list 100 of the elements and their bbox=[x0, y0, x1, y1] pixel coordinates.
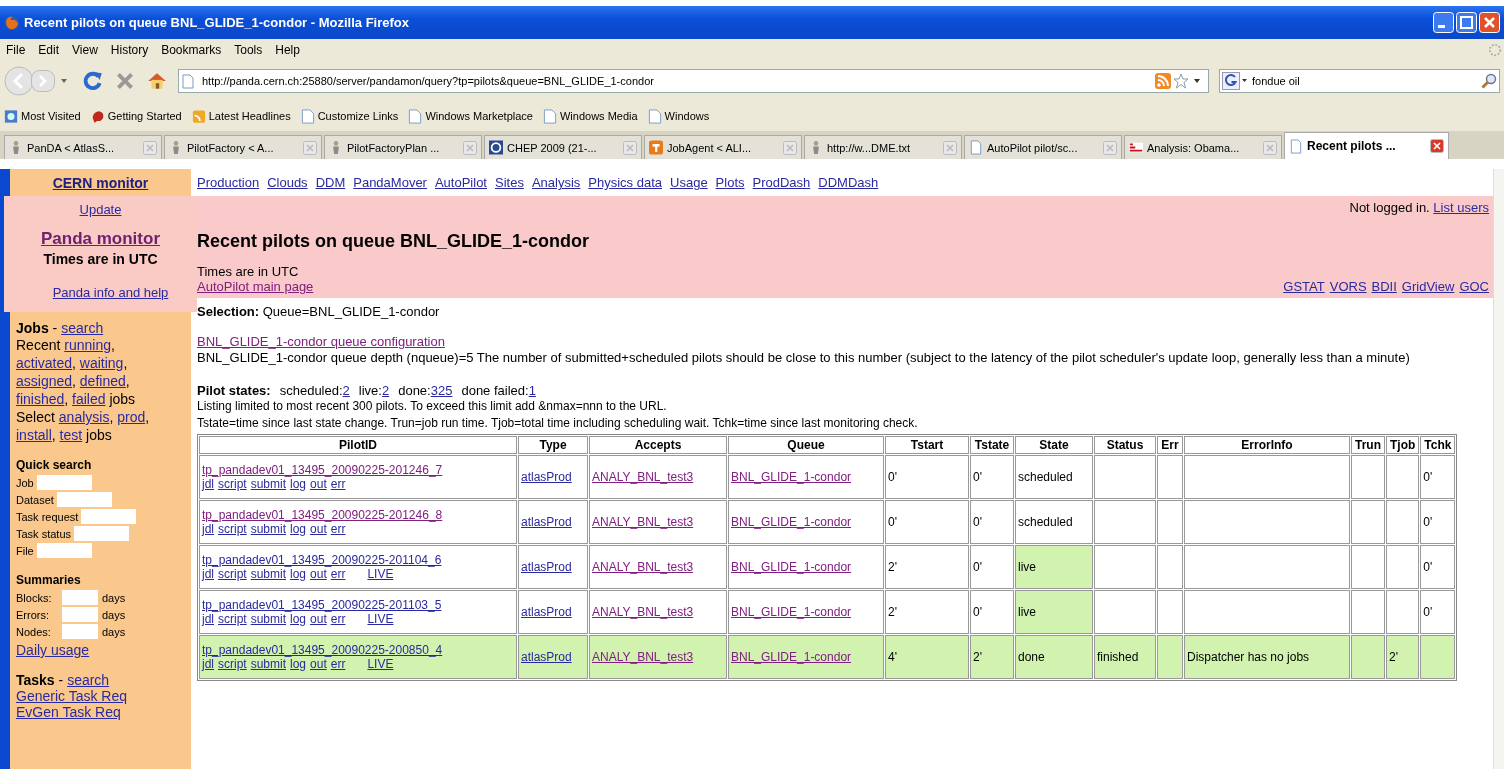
maximize-icon[interactable] bbox=[1456, 12, 1477, 33]
action-link[interactable]: out bbox=[310, 657, 327, 671]
config-link[interactable]: BNL_GLIDE_1-condor queue configuration bbox=[197, 334, 445, 349]
action-link[interactable]: jdl bbox=[202, 657, 214, 671]
type-link[interactable]: atlasProd bbox=[521, 560, 572, 574]
bookmark-item[interactable]: Windows Media bbox=[542, 108, 638, 124]
action-link[interactable]: submit bbox=[250, 477, 287, 491]
action-link[interactable]: log bbox=[290, 522, 307, 536]
count-link[interactable]: 325 bbox=[430, 383, 453, 398]
grid-link[interactable]: GOC bbox=[1459, 279, 1489, 294]
jobs-link[interactable]: defined bbox=[79, 373, 126, 389]
action-link[interactable]: jdl bbox=[202, 567, 214, 581]
forward-icon[interactable] bbox=[30, 70, 56, 92]
browser-tab[interactable]: PilotFactory < A... bbox=[164, 135, 322, 159]
type-link[interactable]: atlasProd bbox=[521, 605, 572, 619]
action-link[interactable]: err bbox=[330, 477, 346, 491]
bookmark-item[interactable]: Latest Headlines bbox=[191, 108, 291, 124]
nav-link[interactable]: PandaMover bbox=[353, 175, 427, 190]
input-field[interactable] bbox=[36, 475, 92, 490]
browser-tab[interactable]: Recent pilots ... bbox=[1284, 132, 1449, 159]
queue-link[interactable]: BNL_GLIDE_1-condor bbox=[731, 605, 852, 619]
action-link[interactable]: err bbox=[330, 657, 346, 671]
action-link[interactable]: jdl bbox=[202, 612, 214, 626]
action-link[interactable]: log bbox=[290, 657, 307, 671]
search-link[interactable]: search bbox=[67, 672, 110, 688]
live-link[interactable]: LIVE bbox=[367, 657, 394, 671]
action-link[interactable]: jdl bbox=[202, 477, 214, 491]
search-icon[interactable] bbox=[1481, 73, 1497, 89]
search-field[interactable]: fondue oil bbox=[1219, 69, 1500, 93]
pilot-link[interactable]: tp_pandadev01_13495_20090225-201104_6 bbox=[202, 553, 442, 567]
action-link[interactable]: submit bbox=[250, 657, 287, 671]
bookmark-item[interactable]: Most Visited bbox=[4, 108, 81, 124]
type-link[interactable]: atlasProd bbox=[521, 515, 572, 529]
type-link[interactable]: atlasProd bbox=[521, 650, 572, 664]
queue-link[interactable]: BNL_GLIDE_1-condor bbox=[731, 515, 852, 529]
dropdown-icon[interactable] bbox=[1193, 78, 1201, 84]
menu-item[interactable]: View bbox=[72, 43, 98, 57]
reload-icon[interactable] bbox=[82, 70, 104, 92]
input-field[interactable] bbox=[36, 543, 92, 558]
live-link[interactable]: LIVE bbox=[367, 612, 394, 626]
accepts-link[interactable]: ANALY_BNL_test3 bbox=[592, 605, 694, 619]
jobs-link[interactable]: running bbox=[64, 337, 111, 353]
rss-icon[interactable] bbox=[1155, 73, 1171, 89]
minimize-icon[interactable] bbox=[1433, 12, 1454, 33]
live-link[interactable]: LIVE bbox=[367, 567, 394, 581]
action-link[interactable]: out bbox=[310, 477, 327, 491]
action-link[interactable]: script bbox=[218, 522, 247, 536]
input-field[interactable] bbox=[81, 509, 137, 524]
action-link[interactable]: submit bbox=[250, 612, 287, 626]
action-link[interactable]: log bbox=[290, 612, 307, 626]
help-link[interactable]: Panda info and help bbox=[52, 285, 169, 300]
bookmark-item[interactable]: Getting Started bbox=[90, 108, 182, 124]
browser-tab[interactable]: PanDA < AtlasS... bbox=[4, 135, 162, 159]
nav-link[interactable]: Plots bbox=[715, 175, 745, 190]
action-link[interactable]: submit bbox=[250, 522, 287, 536]
menu-item[interactable]: File bbox=[6, 43, 26, 57]
search-link[interactable]: search bbox=[61, 320, 104, 336]
action-link[interactable]: jdl bbox=[202, 522, 214, 536]
pilot-link[interactable]: tp_pandadev01_13495_20090225-201246_8 bbox=[202, 508, 443, 522]
nav-link[interactable]: Physics data bbox=[588, 175, 663, 190]
pilot-link[interactable]: tp_pandadev01_13495_20090225-200850_4 bbox=[202, 643, 443, 657]
brand-link[interactable]: Panda monitor bbox=[41, 229, 160, 249]
action-link[interactable]: script bbox=[218, 567, 247, 581]
queue-link[interactable]: BNL_GLIDE_1-condor bbox=[731, 560, 852, 574]
nav-link[interactable]: ProdDash bbox=[752, 175, 811, 190]
action-link[interactable]: script bbox=[218, 657, 247, 671]
action-link[interactable]: submit bbox=[250, 567, 287, 581]
nav-link[interactable]: DDM bbox=[315, 175, 346, 190]
type-link[interactable]: atlasProd bbox=[521, 470, 572, 484]
browser-tab[interactable]: PilotFactoryPlan ... bbox=[324, 135, 482, 159]
browser-tab[interactable]: AutoPilot pilot/sc... bbox=[964, 135, 1122, 159]
queue-link[interactable]: BNL_GLIDE_1-condor bbox=[731, 650, 852, 664]
task-link[interactable]: EvGen Task Req bbox=[16, 704, 169, 720]
back-icon[interactable] bbox=[4, 66, 34, 96]
star-icon[interactable] bbox=[1173, 73, 1189, 89]
action-link[interactable]: log bbox=[290, 477, 307, 491]
count-link[interactable]: 2 bbox=[342, 383, 350, 398]
daily-usage-link[interactable]: Daily usage bbox=[16, 642, 90, 658]
menu-item[interactable]: Bookmarks bbox=[161, 43, 222, 57]
update-link[interactable]: Update bbox=[79, 202, 122, 217]
input-field[interactable] bbox=[62, 590, 98, 605]
input-field[interactable] bbox=[62, 607, 98, 622]
accepts-link[interactable]: ANALY_BNL_test3 bbox=[592, 560, 694, 574]
nav-link[interactable]: Analysis bbox=[531, 175, 581, 190]
grid-link[interactable]: VORS bbox=[1329, 279, 1367, 294]
input-field[interactable] bbox=[62, 624, 98, 639]
browser-tab[interactable]: Analysis: Obama... bbox=[1124, 135, 1282, 159]
stop-icon[interactable] bbox=[114, 70, 136, 92]
nav-link[interactable]: Clouds bbox=[267, 175, 308, 190]
address-field[interactable]: http://panda.cern.ch:25880/server/pandamon/query?tp=pilots&queue=BNL_GLIDE_1-condor bbox=[178, 69, 1209, 93]
count-link[interactable]: 1 bbox=[528, 383, 536, 398]
grid-link[interactable]: GSTAT bbox=[1283, 279, 1325, 294]
search-engine-icon[interactable] bbox=[1222, 72, 1248, 90]
count-link[interactable]: 2 bbox=[381, 383, 390, 398]
browser-tab[interactable]: JobAgent < ALI... bbox=[644, 135, 802, 159]
grid-link[interactable]: BDII bbox=[1371, 279, 1397, 294]
scrollbar[interactable] bbox=[1493, 169, 1504, 769]
input-field[interactable] bbox=[56, 492, 112, 507]
jobs-link[interactable]: failed bbox=[72, 391, 106, 407]
queue-link[interactable]: BNL_GLIDE_1-condor bbox=[731, 470, 852, 484]
